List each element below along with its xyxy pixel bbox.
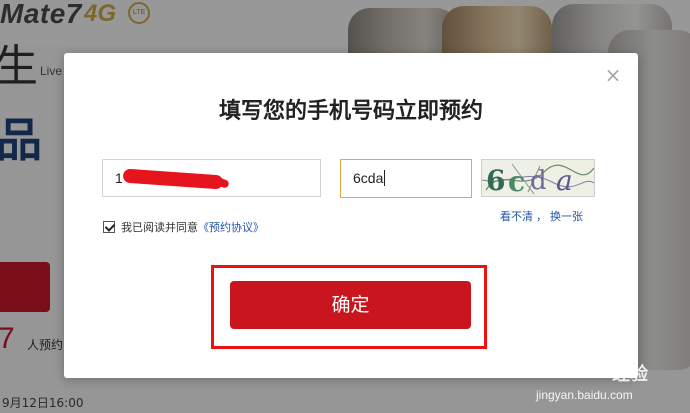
- agreement-checkbox[interactable]: [103, 221, 115, 233]
- agreement-link[interactable]: 《预约协议》: [198, 219, 264, 235]
- refresh-change-text: 换一张: [550, 210, 583, 223]
- captcha-char-2: c: [508, 165, 525, 197]
- phone-number-input[interactable]: 1: [102, 159, 321, 197]
- agreement-row: 我已阅读并同意 《预约协议》: [103, 219, 264, 235]
- watermark-brand-cn: 经验: [612, 364, 648, 385]
- phone-number-value: 1: [115, 170, 123, 186]
- refresh-unclear-text: 看不清: [500, 210, 533, 223]
- dialog-title: 填写您的手机号码立即预约: [218, 99, 483, 124]
- captcha-image[interactable]: 6 c d a: [481, 159, 595, 197]
- agreement-label: 我已阅读并同意: [121, 221, 198, 234]
- watermark-brand: Baidu: [528, 358, 590, 383]
- close-icon[interactable]: ×: [603, 65, 623, 85]
- captcha-input-value: 6cda: [353, 170, 386, 186]
- baidu-watermark: Baidu 经验 jingyan.baidu.com: [528, 358, 688, 408]
- text-caret: [384, 170, 386, 186]
- annotation-highlight-box: [211, 265, 487, 349]
- watermark-url: jingyan.baidu.com: [536, 388, 633, 402]
- captcha-noise: 6 c d a: [482, 160, 594, 197]
- captcha-char-3: d: [530, 166, 547, 196]
- captcha-input[interactable]: 6cda: [340, 159, 472, 198]
- captcha-refresh-link[interactable]: 看不清，换一张: [500, 208, 583, 224]
- captcha-char-1: 6: [486, 164, 505, 197]
- redaction-mark: [122, 168, 224, 190]
- captcha-char-4: a: [556, 164, 573, 197]
- refresh-separator: ，: [536, 210, 547, 223]
